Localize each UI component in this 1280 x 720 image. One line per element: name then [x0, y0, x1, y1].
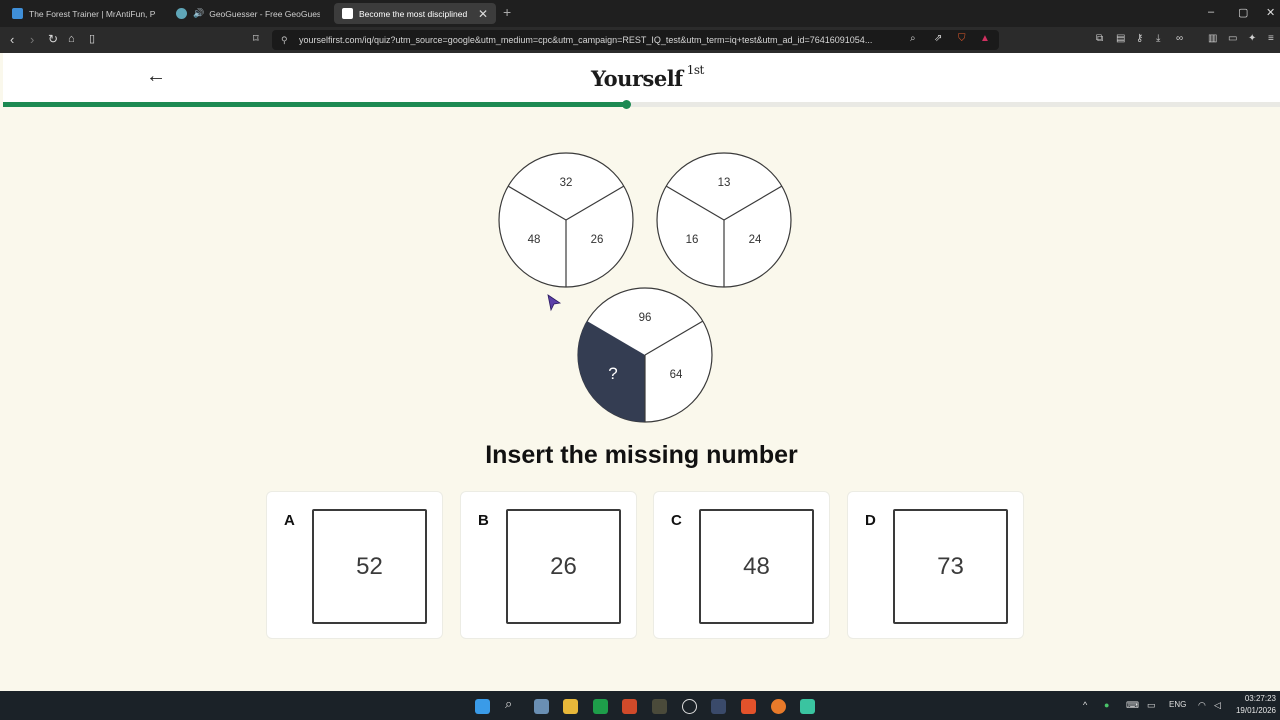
quiz-page: ← Yourself 1st 32 48 26 13 16 24 96 ? 64…	[3, 53, 1280, 691]
spreadsheet-icon[interactable]	[593, 699, 608, 714]
close-tab-icon[interactable]: ✕	[478, 7, 488, 21]
forward-nav-icon[interactable]: ›	[30, 32, 34, 47]
extensions-icon[interactable]: ⧉	[1096, 33, 1103, 44]
missing-number-placeholder: ?	[608, 364, 617, 383]
windows-start-icon[interactable]	[475, 699, 490, 714]
puzzle-circle-1: 32 48 26	[498, 152, 634, 288]
puzzle-circle-3: 96 ? 64	[577, 287, 713, 423]
option-value: 26	[506, 509, 621, 624]
reload-icon[interactable]: ↻	[48, 32, 58, 47]
bookmark-icon[interactable]: ⌑	[253, 32, 259, 47]
tab-bar: The Forest Trainer | MrAntiFun, PC Vi 🔊 …	[0, 0, 1280, 27]
maximize-button[interactable]: ▢	[1238, 6, 1248, 19]
answer-option-a[interactable]: A 52	[266, 491, 443, 639]
mouse-cursor-icon	[547, 294, 562, 312]
openai-icon[interactable]	[682, 699, 697, 714]
circle-2-right-number: 24	[749, 234, 762, 246]
yourself-first-favicon-icon	[342, 8, 353, 19]
display-tray-icon[interactable]: ▭	[1147, 700, 1156, 711]
answer-option-b[interactable]: B 26	[460, 491, 637, 639]
tray-overflow-icon[interactable]: ^	[1083, 700, 1087, 710]
puzzle-circle-2: 13 16 24	[656, 152, 792, 288]
tab-title: GeoGuesser - Free GeoGuessr Al	[209, 8, 320, 19]
option-letter: B	[478, 512, 489, 529]
tab-title: Become the most disciplined pe	[359, 8, 470, 19]
tab-geoguesser[interactable]: 🔊 GeoGuesser - Free GeoGuessr Al	[168, 3, 328, 24]
app-icon[interactable]	[652, 699, 667, 714]
close-window-button[interactable]: ✕	[1266, 6, 1275, 19]
mic-tray-icon[interactable]: ●	[1104, 700, 1109, 710]
option-value: 48	[699, 509, 814, 624]
home-icon[interactable]: ⌂	[68, 32, 75, 47]
back-nav-icon[interactable]: ‹	[10, 32, 14, 47]
store-icon[interactable]	[534, 699, 549, 714]
keyboard-tray-icon[interactable]: ⌨	[1126, 700, 1139, 711]
chat-app-icon[interactable]	[800, 699, 815, 714]
navigation-bar: ‹ › ↻ ⌂ ▯ ⌑ ⚲ yourselfirst.com/iq/quiz?u…	[0, 27, 1280, 53]
brave-browser-icon[interactable]	[741, 699, 756, 714]
answer-option-c[interactable]: C 48	[653, 491, 830, 639]
url-text: yourselfirst.com/iq/quiz?utm_source=goog…	[299, 35, 873, 45]
download-icon[interactable]: ⤓	[1156, 33, 1160, 44]
option-letter: D	[865, 512, 876, 529]
link-icon[interactable]: ∞	[1176, 33, 1183, 44]
taskbar-clock[interactable]: 03:27:23 19/01/2026	[1236, 693, 1276, 717]
app-h-icon[interactable]	[622, 699, 637, 714]
windows-taskbar: ⌕ ^ ● ⌨ ▭ ENG ◠ ◁ 03:27:23 19/01/2026	[0, 691, 1280, 720]
option-value: 73	[893, 509, 1008, 624]
wallet-icon[interactable]: ▭	[1228, 33, 1237, 44]
volume-icon[interactable]: ◁	[1214, 700, 1221, 711]
answer-option-d[interactable]: D 73	[847, 491, 1024, 639]
file-explorer-icon[interactable]	[563, 699, 578, 714]
clock-date: 19/01/2026	[1235, 706, 1276, 715]
circle-1-left-number: 48	[528, 234, 541, 246]
circle-2-top-number: 13	[718, 177, 731, 189]
share-icon[interactable]: ⇗	[934, 33, 942, 44]
circle-3-top-number: 96	[639, 312, 652, 324]
game-app-icon[interactable]	[711, 699, 726, 714]
address-bar[interactable]: ⚲ yourselfirst.com/iq/quiz?utm_source=go…	[272, 30, 999, 50]
leo-icon[interactable]: ✦	[1248, 33, 1256, 44]
circle-3-right-number: 64	[670, 369, 683, 381]
forest-trainer-favicon-icon	[12, 8, 23, 19]
brave-shield-icon[interactable]: ⛉	[958, 33, 966, 44]
clock-time: 03:27:23	[1244, 694, 1276, 703]
minimize-button[interactable]: –	[1208, 6, 1214, 18]
circle-1-right-number: 26	[591, 234, 604, 246]
question-text: Insert the missing number	[485, 441, 798, 469]
search-icon[interactable]: ⌕	[505, 696, 520, 711]
speaker-icon[interactable]: 🔊	[193, 8, 204, 19]
circle-puzzle: 32 48 26 13 16 24 96 ? 64	[498, 152, 792, 423]
key-icon[interactable]: ⚷	[1136, 33, 1143, 44]
reader-icon[interactable]: ▤	[1116, 33, 1125, 44]
site-info-icon[interactable]: ⚲	[281, 30, 288, 50]
geoguesser-favicon-icon	[176, 8, 187, 19]
new-tab-button[interactable]: +	[503, 4, 511, 20]
sidebar-icon[interactable]: ▥	[1208, 33, 1217, 44]
wifi-icon[interactable]: ◠	[1198, 700, 1206, 711]
rewards-icon[interactable]: ▲	[980, 33, 990, 44]
microphone-app-icon[interactable]	[771, 699, 786, 714]
circle-1-top-number: 32	[560, 177, 573, 189]
tab-forest-trainer[interactable]: The Forest Trainer | MrAntiFun, PC Vi	[4, 3, 164, 24]
zoom-icon[interactable]: ⌕	[910, 33, 916, 44]
language-indicator[interactable]: ENG	[1169, 700, 1186, 709]
option-letter: C	[671, 512, 682, 529]
option-letter: A	[284, 512, 295, 529]
sidebar-toggle-icon[interactable]: ▯	[89, 32, 95, 47]
menu-icon[interactable]: ≡	[1268, 33, 1274, 44]
tab-title: The Forest Trainer | MrAntiFun, PC Vi	[29, 8, 156, 19]
tab-yourself-first[interactable]: Become the most disciplined pe ✕	[334, 3, 496, 24]
circle-2-left-number: 16	[686, 234, 699, 246]
option-value: 52	[312, 509, 427, 624]
